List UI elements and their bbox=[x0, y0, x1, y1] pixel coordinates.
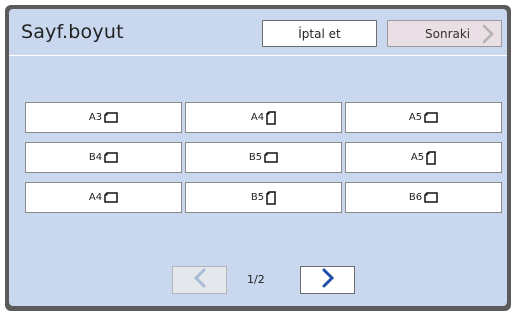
chevron-right-icon bbox=[481, 24, 495, 47]
next-page-button[interactable] bbox=[300, 266, 355, 294]
paper-size-button[interactable]: A5 bbox=[345, 142, 502, 173]
paper-size-button[interactable]: B5 bbox=[185, 142, 342, 173]
landscape-page-icon bbox=[104, 112, 118, 123]
paper-size-button[interactable]: B4 bbox=[25, 142, 182, 173]
paper-size-button[interactable]: A4 bbox=[185, 102, 342, 133]
paper-size-button[interactable]: B5 bbox=[185, 182, 342, 213]
portrait-page-icon bbox=[266, 110, 276, 125]
paper-size-button[interactable]: B6 bbox=[345, 182, 502, 213]
cancel-button-label: İptal et bbox=[298, 26, 341, 41]
paper-size-label: A3 bbox=[88, 112, 103, 123]
paper-size-button[interactable]: A4 bbox=[25, 182, 182, 213]
paper-size-label: B5 bbox=[250, 192, 265, 203]
landscape-page-icon bbox=[104, 192, 118, 203]
cancel-button[interactable]: İptal et bbox=[262, 20, 377, 47]
portrait-page-icon bbox=[426, 150, 436, 165]
chevron-right-icon bbox=[321, 268, 335, 292]
paper-size-label: A5 bbox=[410, 152, 425, 163]
dialog-panel: Sayf.boyut İptal et Sonraki A3 A4 A5 B4 B5 A5… bbox=[9, 9, 507, 306]
paper-size-label: A5 bbox=[408, 112, 423, 123]
page-indicator: 1/2 bbox=[247, 273, 265, 286]
page-title: Sayf.boyut bbox=[21, 21, 124, 43]
prev-page-button[interactable] bbox=[172, 266, 227, 294]
next-button[interactable]: Sonraki bbox=[387, 20, 502, 47]
paper-size-label: B6 bbox=[408, 192, 423, 203]
landscape-page-icon bbox=[104, 152, 118, 163]
paper-size-label: A4 bbox=[88, 192, 103, 203]
header-divider bbox=[9, 55, 507, 56]
landscape-page-icon bbox=[424, 112, 438, 123]
paper-size-button[interactable]: A3 bbox=[25, 102, 182, 133]
chevron-left-icon bbox=[193, 268, 207, 292]
paper-size-label: A4 bbox=[250, 112, 265, 123]
landscape-page-icon bbox=[424, 192, 438, 203]
portrait-page-icon bbox=[266, 190, 276, 205]
next-button-label: Sonraki bbox=[425, 27, 471, 41]
landscape-page-icon bbox=[264, 152, 278, 163]
paper-size-button[interactable]: A5 bbox=[345, 102, 502, 133]
paper-size-label: B5 bbox=[248, 152, 263, 163]
paper-size-label: B4 bbox=[88, 152, 103, 163]
